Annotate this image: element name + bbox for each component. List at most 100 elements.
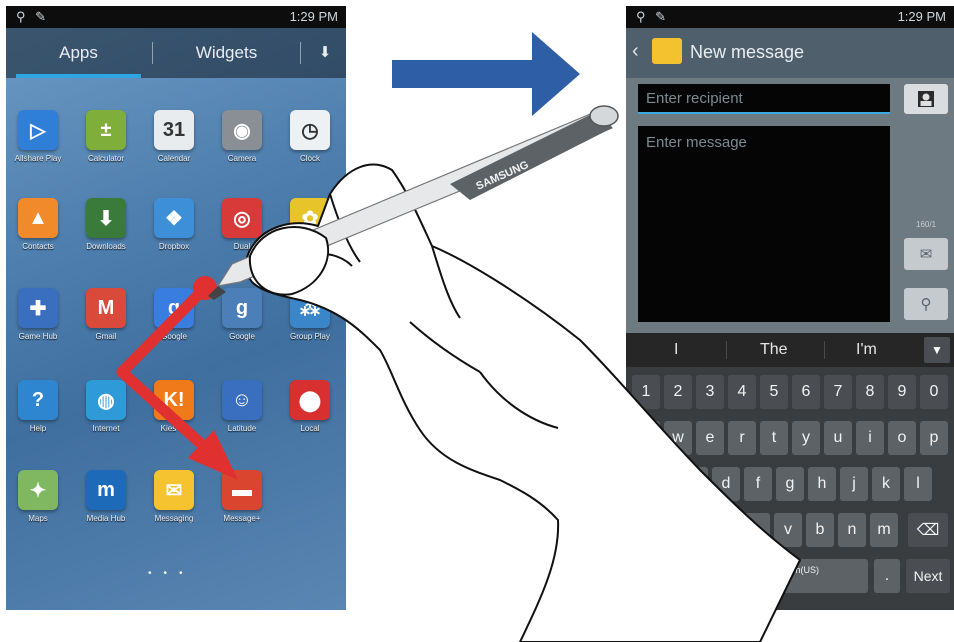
key-digit[interactable]: 1 xyxy=(632,375,660,409)
divider xyxy=(726,341,727,359)
key-digit[interactable]: 6 xyxy=(792,375,820,409)
download-tab-icon[interactable]: ⬇ xyxy=(304,28,346,78)
app-downloads[interactable]: ⬇ Downloads xyxy=(72,198,140,251)
app-gmail[interactable]: M Gmail xyxy=(72,288,140,341)
period-key[interactable]: . xyxy=(874,559,900,593)
app-dual-camera[interactable]: ◎ Dual xyxy=(208,198,276,251)
keyboard: 1 2 3 4 5 6 7 8 9 0 q w e r t y u i o p a s d f g h j k l ⇧ z x c v b n m ⌫ ⚙ ⌁… xyxy=(626,367,954,610)
key-letter[interactable]: i xyxy=(856,421,884,455)
app-internet[interactable]: ◍ Internet xyxy=(72,380,140,433)
app-group-play[interactable]: ⁂ Group Play xyxy=(276,288,344,341)
key-digit[interactable]: 8 xyxy=(856,375,884,409)
app-message-plus[interactable]: ▬ Message+ xyxy=(208,470,276,523)
app-google-search[interactable]: g Google xyxy=(140,288,208,341)
symbols-key[interactable]: ⚙ xyxy=(632,559,676,593)
key-letter[interactable]: l xyxy=(904,467,932,501)
key-digit[interactable]: 5 xyxy=(760,375,788,409)
app-calendar[interactable]: 31 Calendar xyxy=(140,110,208,163)
app-local[interactable]: ⬤ Local xyxy=(276,380,344,433)
app-label: Calendar xyxy=(157,154,191,163)
app-allshare-play[interactable]: ▷ Allshare Play xyxy=(6,110,72,163)
downloads-icon: ⬇ xyxy=(86,198,126,238)
suggestion-item[interactable]: The xyxy=(760,341,788,359)
app-label: Camera xyxy=(227,154,257,163)
app-clock[interactable]: ◷ Clock xyxy=(276,110,344,163)
key-letter[interactable]: a xyxy=(648,467,676,501)
message-field[interactable]: Enter message xyxy=(638,126,890,322)
key-letter[interactable]: k xyxy=(872,467,900,501)
shift-key[interactable]: ⇧ xyxy=(632,513,672,547)
key-letter[interactable]: y xyxy=(792,421,820,455)
help-icon: ? xyxy=(18,380,58,420)
app-google-plus[interactable]: g Google xyxy=(208,288,276,341)
app-calculator[interactable]: ± Calculator xyxy=(72,110,140,163)
key-letter[interactable]: v xyxy=(774,513,802,547)
key-letter[interactable]: m xyxy=(870,513,898,547)
status-bar: ⚲ ✎ 1:29 PM xyxy=(6,6,346,28)
key-letter[interactable]: c xyxy=(742,513,770,547)
key-letter[interactable]: n xyxy=(838,513,866,547)
app-help[interactable]: ? Help xyxy=(6,380,72,433)
backspace-key[interactable]: ⌫ xyxy=(908,513,948,547)
key-letter[interactable]: j xyxy=(840,467,868,501)
messaging-app-icon[interactable] xyxy=(652,38,682,64)
space-key[interactable]: English(US) xyxy=(722,559,868,593)
suggestion-bar: I The I'm ▼ xyxy=(626,333,954,367)
key-digit[interactable]: 0 xyxy=(920,375,948,409)
key-letter[interactable]: r xyxy=(728,421,756,455)
key-letter[interactable]: p xyxy=(920,421,948,455)
kies-air-icon: K! xyxy=(154,380,194,420)
key-letter[interactable]: s xyxy=(680,467,708,501)
divider xyxy=(824,341,825,359)
key-letter[interactable]: z xyxy=(678,513,706,547)
key-digit[interactable]: 2 xyxy=(664,375,692,409)
app-maps[interactable]: ✦ Maps xyxy=(6,470,72,523)
key-digit[interactable]: 4 xyxy=(728,375,756,409)
send-button[interactable]: ✉ xyxy=(904,238,948,270)
contact-icon xyxy=(918,91,934,107)
key-letter[interactable]: u xyxy=(824,421,852,455)
key-letter[interactable]: e xyxy=(696,421,724,455)
app-game-hub[interactable]: ✚ Game Hub xyxy=(6,288,72,341)
key-letter[interactable]: h xyxy=(808,467,836,501)
key-letter[interactable]: w xyxy=(664,421,692,455)
next-key[interactable]: Next xyxy=(906,559,950,593)
expand-suggestions-icon[interactable]: ▼ xyxy=(924,337,950,363)
app-contacts[interactable]: ▲ Contacts xyxy=(6,198,72,251)
app-gallery[interactable]: ✿ Gallery xyxy=(276,198,344,251)
key-letter[interactable]: d xyxy=(712,467,740,501)
send-icon: ✉ xyxy=(919,246,933,263)
back-icon[interactable]: ‹ xyxy=(632,40,639,63)
key-letter[interactable]: f xyxy=(744,467,772,501)
key-letter[interactable]: q xyxy=(632,421,660,455)
google-search-icon: g xyxy=(154,288,194,328)
key-letter[interactable]: t xyxy=(760,421,788,455)
tab-apps[interactable]: Apps xyxy=(6,28,151,78)
app-media-hub[interactable]: m Media Hub xyxy=(72,470,140,523)
tab-widgets[interactable]: Widgets xyxy=(154,28,299,78)
key-digit[interactable]: 7 xyxy=(824,375,852,409)
new-message-screen: ⚲ ✎ 1:29 PM ‹ New message Enter recipien… xyxy=(626,6,954,610)
camera-icon: ◉ xyxy=(222,110,262,150)
app-camera[interactable]: ◉ Camera xyxy=(208,110,276,163)
suggestion-item[interactable]: I'm xyxy=(856,341,877,359)
key-letter[interactable]: x xyxy=(710,513,738,547)
key-letter[interactable]: o xyxy=(888,421,916,455)
suggestion-item[interactable]: I xyxy=(674,341,678,359)
recipient-field[interactable]: Enter recipient xyxy=(638,84,890,114)
key-letter[interactable]: b xyxy=(806,513,834,547)
key-letter[interactable]: g xyxy=(776,467,804,501)
key-digit[interactable]: 9 xyxy=(888,375,916,409)
page-indicator: ••• xyxy=(148,568,195,579)
contacts-icon: ▲ xyxy=(18,198,58,238)
voice-input-key[interactable]: ⌁ xyxy=(682,559,716,593)
app-latitude[interactable]: ☺ Latitude xyxy=(208,380,276,433)
app-messaging[interactable]: ✉ Messaging xyxy=(140,470,208,523)
action-bar: ‹ New message xyxy=(626,28,954,78)
app-kies-air[interactable]: K! Kies air xyxy=(140,380,208,433)
add-contact-button[interactable] xyxy=(904,84,948,114)
game-hub-icon: ✚ xyxy=(18,288,58,328)
app-dropbox[interactable]: ❖ Dropbox xyxy=(140,198,208,251)
key-digit[interactable]: 3 xyxy=(696,375,724,409)
attach-button[interactable]: ⚲ xyxy=(904,288,948,320)
